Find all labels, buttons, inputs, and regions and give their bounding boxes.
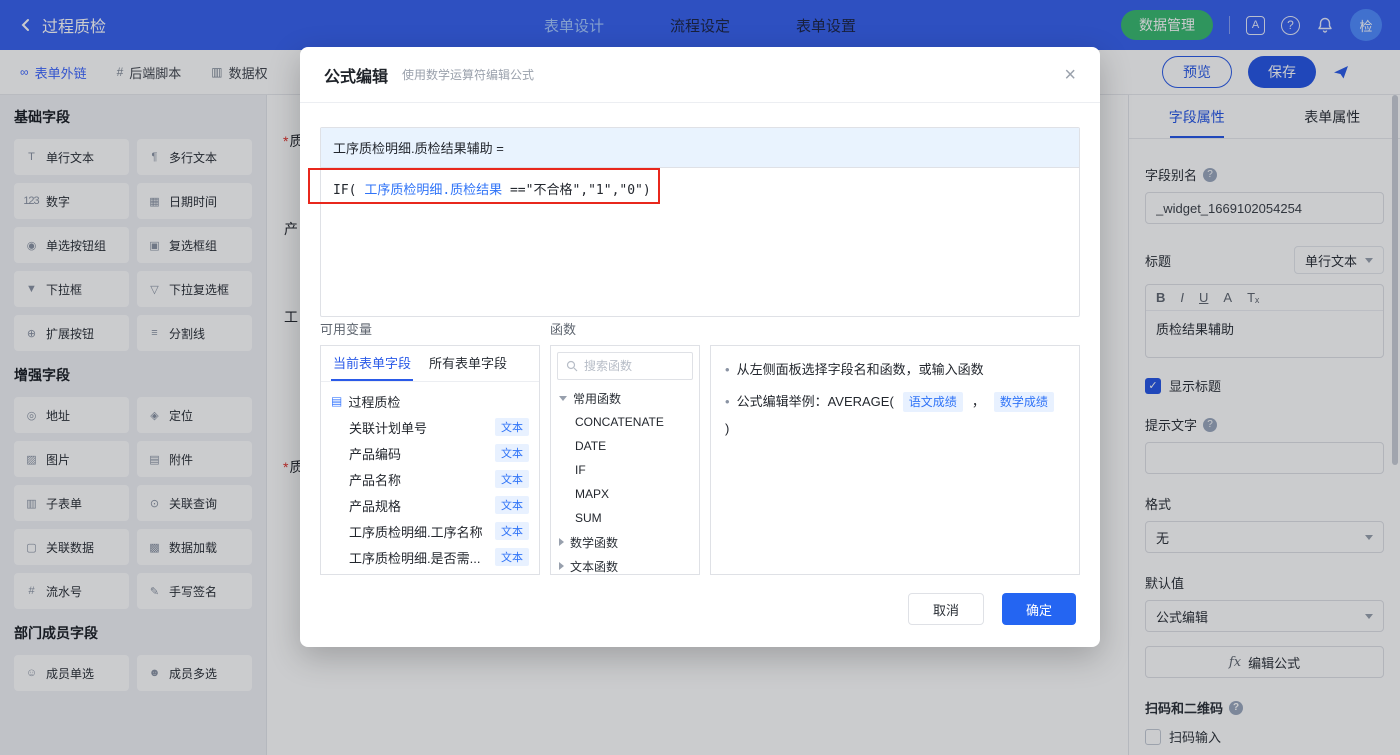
formula-editor-modal: 公式编辑 使用数学运算符编辑公式 × 工序质检明细.质检结果辅助 = IF( 工… (300, 47, 1100, 647)
function-item-concatenate[interactable]: CONCATENATE (551, 410, 699, 434)
variables-panel: 当前表单字段 所有表单字段 ▤ 过程质检 关联计划单号 文本 产品编码 文本 产品名… (320, 345, 540, 575)
type-badge: 文本 (495, 548, 529, 566)
type-badge: 文本 (495, 522, 529, 540)
example-field-tag: 语文成绩 (902, 392, 963, 412)
variables-tree-root[interactable]: ▤ 过程质检 (331, 388, 529, 414)
example-field-tag: 数学成绩 (993, 392, 1054, 412)
formula-input-area[interactable]: IF( 工序质检明细.质检结果 =="不合格","1","0") (321, 168, 1079, 316)
formula-editor-box: 工序质检明细.质检结果辅助 = IF( 工序质检明细.质检结果 =="不合格",… (320, 127, 1080, 317)
functions-panel: 常用函数 CONCATENATE DATE IF MAPX SUM 数学函数 文… (550, 345, 700, 575)
formula-help-panel: • 从左侧面板选择字段名和函数，或输入函数 • 公式编辑举例：AVERAGE( … (710, 345, 1080, 575)
type-badge: 文本 (495, 418, 529, 436)
variable-field-row[interactable]: 工序质检明细.是否需... 文本 (331, 544, 529, 570)
variable-field-row[interactable]: 产品规格 文本 (331, 492, 529, 518)
formula-target: 工序质检明细.质检结果辅助 = (321, 128, 1079, 168)
function-item-if[interactable]: IF (551, 458, 699, 482)
variable-field-row[interactable]: 产品编码 文本 (331, 440, 529, 466)
chevron-down-icon (559, 395, 567, 401)
bullet-icon: • (725, 394, 730, 409)
bullet-icon: • (725, 362, 730, 377)
close-icon[interactable]: × (1064, 65, 1076, 85)
function-group-math[interactable]: 数学函数 (551, 530, 699, 554)
variables-label: 可用变量 (320, 322, 373, 337)
confirm-button[interactable]: 确定 (1001, 593, 1076, 625)
variable-field-row[interactable]: 产品名称 文本 (331, 466, 529, 492)
formula-field-token[interactable]: 工序质检明细.质检结果 (364, 183, 502, 198)
tip-text-2: 公式编辑举例：AVERAGE( (736, 394, 894, 409)
variable-field-row[interactable]: 关联计划单号 文本 (331, 414, 529, 440)
function-search-box[interactable] (557, 352, 693, 380)
function-group-common[interactable]: 常用函数 (551, 386, 699, 410)
variable-field-row[interactable]: 工序质检明细.工序名称 文本 (331, 518, 529, 544)
tab-all-form-fields[interactable]: 所有表单字段 (421, 346, 515, 381)
function-item-date[interactable]: DATE (551, 434, 699, 458)
type-badge: 文本 (495, 470, 529, 488)
tab-current-form-fields[interactable]: 当前表单字段 (325, 346, 419, 381)
formula-prefix: IF( (333, 183, 365, 198)
search-icon (566, 360, 578, 372)
cancel-button[interactable]: 取消 (907, 593, 984, 625)
form-doc-icon: ▤ (331, 394, 343, 408)
formula-suffix: =="不合格","1","0") (502, 183, 651, 198)
modal-subtitle: 使用数学运算符编辑公式 (402, 68, 535, 82)
modal-title: 公式编辑 (324, 68, 389, 86)
type-badge: 文本 (495, 496, 529, 514)
function-item-sum[interactable]: SUM (551, 506, 699, 530)
functions-label: 函数 (550, 322, 577, 337)
function-item-mapx[interactable]: MAPX (551, 482, 699, 506)
tip-text-1: 从左侧面板选择字段名和函数，或输入函数 (736, 362, 984, 377)
function-group-text[interactable]: 文本函数 (551, 554, 699, 574)
form-root-label: 过程质检 (348, 394, 401, 410)
chevron-right-icon (559, 538, 564, 546)
type-badge: 文本 (495, 444, 529, 462)
function-search-input[interactable] (584, 359, 684, 373)
chevron-right-icon (559, 562, 564, 570)
